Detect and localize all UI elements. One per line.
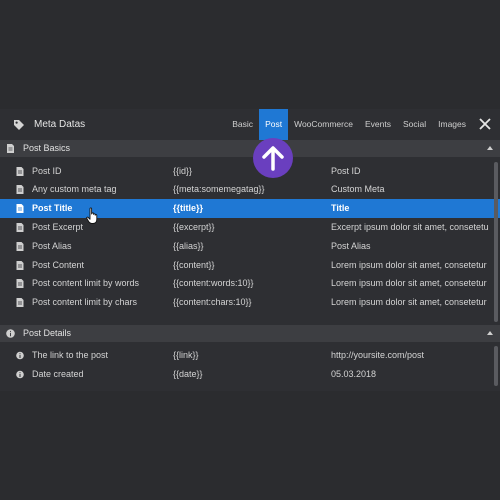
- row-value: http://yoursite.com/post: [331, 350, 425, 360]
- row-tag: {{content}}: [173, 260, 215, 270]
- row-tag: {{meta:somemegatag}}: [173, 184, 265, 194]
- tab-social[interactable]: Social: [397, 109, 432, 140]
- arrow-up-icon: [262, 146, 284, 171]
- document-icon: [16, 261, 24, 270]
- panel-header: Meta Datas Basic Post WooCommerce Events…: [0, 109, 500, 140]
- document-icon: [16, 204, 24, 213]
- panel-title: Meta Datas: [34, 119, 86, 130]
- row-name: Date created: [32, 369, 84, 379]
- tab-images[interactable]: Images: [432, 109, 472, 140]
- row-tag: {{id}}: [173, 166, 193, 176]
- row-tag: {{content:words:10}}: [173, 278, 254, 288]
- table-row[interactable]: Date created {{date}} 05.03.2018: [0, 365, 500, 384]
- hand-pointer-icon: [86, 207, 98, 224]
- info-icon: [16, 370, 24, 379]
- row-tag: {{date}}: [173, 369, 203, 379]
- table-row[interactable]: Post content limit by chars {{content:ch…: [0, 293, 500, 312]
- collapse-caret-icon[interactable]: [487, 331, 493, 335]
- row-name: Post content limit by chars: [32, 297, 138, 307]
- section-post-details[interactable]: Post Details: [0, 325, 500, 342]
- document-icon: [16, 185, 24, 194]
- row-name: Post ID: [32, 166, 62, 176]
- row-value: Title: [331, 203, 350, 213]
- row-tag: {{title}}: [173, 203, 204, 213]
- document-icon: [16, 223, 24, 232]
- info-icon: [16, 351, 24, 360]
- scrollbar-thumb[interactable]: [494, 346, 498, 386]
- tab-woocommerce[interactable]: WooCommerce: [288, 109, 359, 140]
- row-value: Lorem ipsum dolor sit amet, consetetur s: [331, 278, 489, 288]
- table-row[interactable]: Post ID {{id}} Post ID: [0, 162, 500, 181]
- close-icon[interactable]: [478, 117, 492, 131]
- row-tag: {{link}}: [173, 350, 199, 360]
- section-label: Post Basics: [23, 143, 71, 153]
- row-value: Post ID: [331, 166, 361, 176]
- tag-icon: [14, 120, 24, 130]
- table-row[interactable]: Post Content {{content}} Lorem ipsum dol…: [0, 256, 500, 275]
- row-value: Custom Meta: [331, 184, 385, 194]
- row-name: Any custom meta tag: [32, 184, 117, 194]
- table-row[interactable]: Any custom meta tag {{meta:somemegatag}}…: [0, 180, 500, 199]
- row-name: The link to the post: [32, 350, 109, 360]
- meta-datas-panel: Meta Datas Basic Post WooCommerce Events…: [0, 109, 500, 391]
- table-row[interactable]: Post Alias {{alias}} Post Alias: [0, 237, 500, 256]
- hint-circle: [253, 138, 293, 178]
- table-row[interactable]: Post content limit by words {{content:wo…: [0, 274, 500, 293]
- row-tag: {{excerpt}}: [173, 222, 215, 232]
- section-post-basics[interactable]: Post Basics: [0, 140, 500, 157]
- document-icon: [16, 242, 24, 251]
- row-value: Lorem ipsum dolor sit amet, consetetur s: [331, 260, 489, 270]
- tab-post[interactable]: Post: [259, 109, 289, 140]
- row-value: Post Alias: [331, 241, 371, 251]
- info-icon: [6, 329, 15, 338]
- row-name: Post Excerpt: [32, 222, 84, 232]
- row-name: Post Content: [32, 260, 85, 270]
- document-icon: [16, 167, 24, 176]
- table-row-selected[interactable]: Post Title {{title}} Title: [0, 199, 500, 218]
- row-value: Excerpt ipsum dolor sit amet, consetetur: [331, 222, 489, 232]
- tab-basic[interactable]: Basic: [226, 109, 259, 140]
- row-name: Post Title: [32, 203, 73, 213]
- row-tag: {{content:chars:10}}: [173, 297, 252, 307]
- tab-bar: Basic Post WooCommerce Events Social Ima…: [226, 109, 472, 140]
- row-value: Lorem ipsum dolor sit amet, consetetur s: [331, 297, 489, 307]
- scrollbar-thumb[interactable]: [494, 162, 498, 322]
- row-value: 05.03.2018: [331, 369, 377, 379]
- row-tag: {{alias}}: [173, 241, 204, 251]
- row-name: Post Alias: [32, 241, 72, 251]
- tab-events[interactable]: Events: [359, 109, 397, 140]
- row-name: Post content limit by words: [32, 278, 140, 288]
- document-icon: [16, 279, 24, 288]
- collapse-caret-icon[interactable]: [487, 146, 493, 150]
- section-label: Post Details: [23, 328, 72, 338]
- document-icon: [7, 144, 14, 153]
- table-row[interactable]: Post Excerpt {{excerpt}} Excerpt ipsum d…: [0, 218, 500, 237]
- document-icon: [16, 298, 24, 307]
- table-row[interactable]: The link to the post {{link}} http://you…: [0, 346, 500, 365]
